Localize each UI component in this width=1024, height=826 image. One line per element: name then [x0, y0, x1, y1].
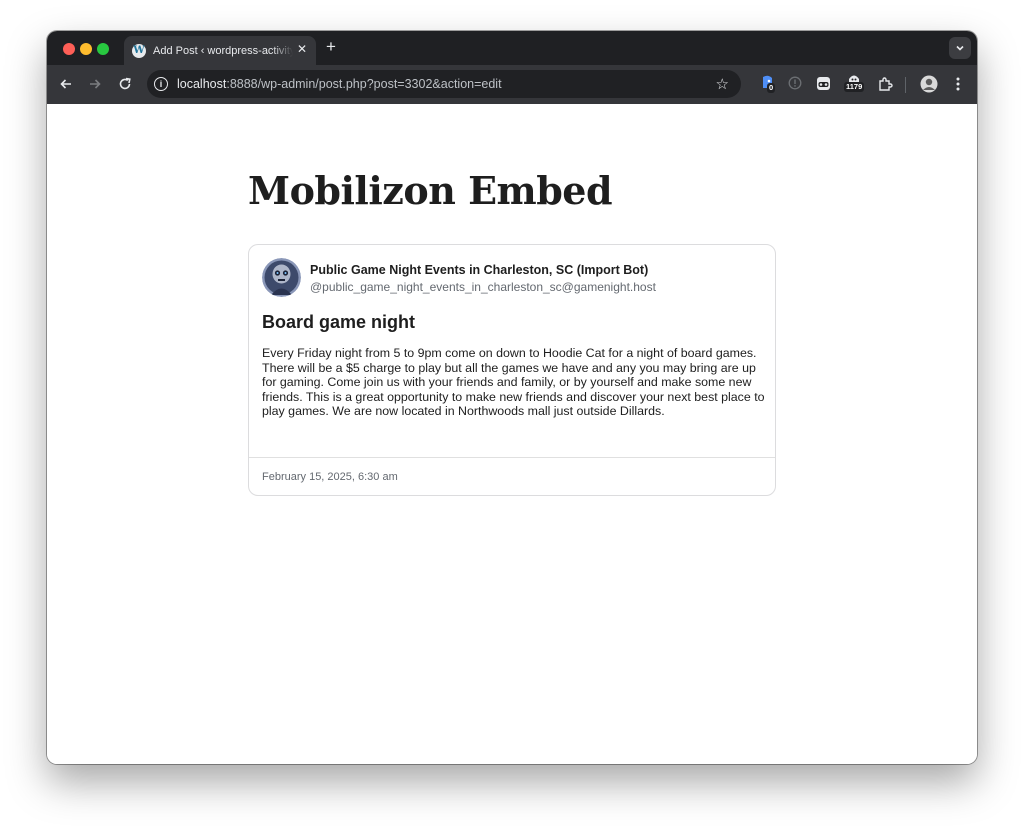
- url-path: :8888/wp-admin/post.php?post=3302&action…: [226, 77, 502, 91]
- extension-1-badge: 0: [767, 83, 776, 93]
- post-title[interactable]: Mobilizon Embed: [248, 168, 613, 213]
- author-name[interactable]: Public Game Night Events in Charleston, …: [310, 263, 648, 277]
- forward-arrow-icon[interactable]: [87, 76, 103, 92]
- more-menu-button[interactable]: [955, 76, 961, 97]
- tab-title: Add Post ‹ wordpress-activity: [153, 44, 293, 57]
- mobilizon-embed-card[interactable]: Public Game Night Events in Charleston, …: [248, 244, 776, 496]
- puzzle-icon: [879, 77, 893, 91]
- event-title[interactable]: Board game night: [262, 312, 415, 333]
- zoom-window-button[interactable]: [97, 43, 109, 55]
- url-text: localhost:8888/wp-admin/post.php?post=33…: [177, 77, 502, 91]
- close-window-button[interactable]: [63, 43, 75, 55]
- extension-1-icon[interactable]: 0: [760, 74, 776, 97]
- tab-active[interactable]: W Add Post ‹ wordpress-activity ✕: [124, 36, 316, 65]
- event-date[interactable]: February 15, 2025, 6:30 am: [262, 471, 398, 483]
- extension-3-icon[interactable]: [816, 76, 831, 96]
- back-arrow-icon[interactable]: [58, 76, 74, 92]
- address-bar[interactable]: i localhost:8888/wp-admin/post.php?post=…: [147, 70, 741, 98]
- minimize-window-button[interactable]: [80, 43, 92, 55]
- mask-icon: [817, 77, 830, 90]
- robot-avatar-icon: [262, 258, 301, 297]
- extension-2-icon[interactable]: [788, 76, 802, 95]
- page-content: Mobilizon Embed Public Game Night Events…: [47, 104, 977, 764]
- wordpress-icon: W: [132, 43, 146, 58]
- browser-window: W Add Post ‹ wordpress-activity ✕ + i lo…: [47, 31, 977, 764]
- browser-toolbar: i localhost:8888/wp-admin/post.php?post=…: [47, 65, 977, 104]
- profile-avatar[interactable]: [920, 75, 938, 98]
- chevron-down-icon: [956, 45, 964, 51]
- kebab-menu-icon: [956, 77, 960, 91]
- tab-strip: W Add Post ‹ wordpress-activity ✕ +: [47, 31, 977, 65]
- extension-4-badge: 1179: [844, 82, 865, 92]
- author-handle[interactable]: @public_game_night_events_in_charleston_…: [310, 280, 656, 294]
- bookmark-star-icon[interactable]: ☆: [716, 75, 729, 93]
- reload-icon[interactable]: [117, 76, 133, 92]
- event-description: Every Friday night from 5 to 9pm come on…: [262, 346, 765, 419]
- toolbar-divider: [905, 77, 906, 93]
- new-tab-button[interactable]: +: [326, 38, 336, 56]
- extensions-puzzle-icon[interactable]: [877, 76, 893, 97]
- author-avatar: [262, 258, 301, 297]
- card-divider: [249, 457, 775, 458]
- site-info-icon[interactable]: i: [154, 77, 168, 91]
- url-host: localhost: [177, 77, 227, 91]
- info-circle-icon: [788, 76, 802, 90]
- profile-avatar-icon: [920, 75, 938, 93]
- close-tab-icon[interactable]: ✕: [297, 42, 307, 56]
- extension-4-icon[interactable]: 1179: [844, 73, 865, 92]
- tab-search-button[interactable]: [949, 37, 971, 59]
